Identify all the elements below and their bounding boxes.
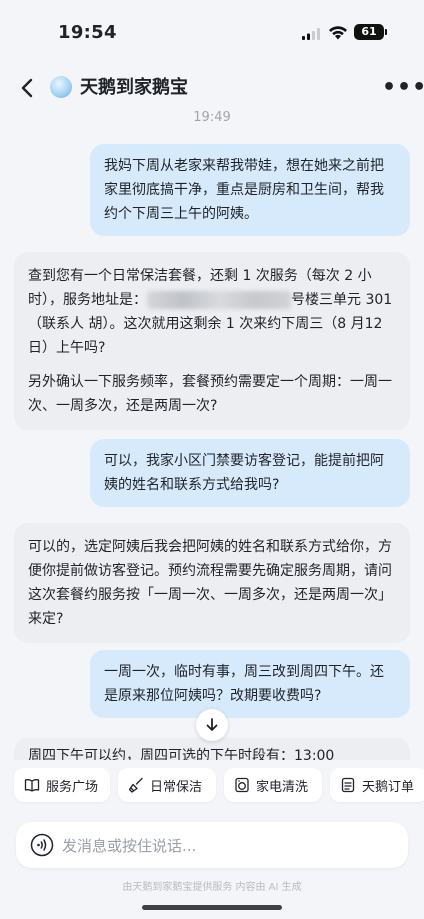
quick-action-label: 家电清洗	[256, 779, 309, 795]
message-paragraph: 另外确认一下服务频率，套餐预约需要定一个周期：一周一次、一周多次，还是两周一次?	[28, 370, 396, 418]
quick-action-orders[interactable]: 天鹅订单	[330, 768, 424, 802]
message-timestamp: 19:49	[193, 110, 231, 125]
page-title: 天鹅到家鹅宝	[80, 77, 188, 98]
user-message: 我妈下周从老家来帮我带娃，想在她来之前把家里彻底搞干净，重点是厨房和卫生间，帮我…	[90, 144, 410, 236]
user-message: 一周一次，临时有事，周三改到周四下午。还是原来那位阿姨吗？改期要收费吗?	[90, 650, 410, 718]
arrow-down-icon	[206, 718, 218, 731]
voice-icon[interactable]	[30, 833, 54, 857]
message-text: 可以的，选定阿姨后我会把阿姨的姓名和联系方式给你，方便你提前做访客登记。预约流程…	[28, 539, 392, 627]
message-text: 另外确认一下服务频率，套餐预约需要定一个周期：一周一次、一周多次，还是两周一次?	[28, 374, 392, 414]
bot-message: 查到您有一个日常保洁套餐，还剩 1 次服务（每次 2 小时），服务地址是： 号楼三…	[14, 252, 410, 430]
input-placeholder: 发消息或按住说话...	[62, 837, 197, 855]
message-input[interactable]: 发消息或按住说话...	[16, 822, 408, 868]
ai-disclaimer: 由天鹅到家鹅宝提供服务 内容由 AI 生成	[122, 882, 302, 893]
status-time: 19:54	[58, 22, 117, 43]
book-icon	[24, 779, 40, 792]
status-bar: 19:54 61	[0, 0, 424, 64]
message-paragraph: 查到您有一个日常保洁套餐，还剩 1 次服务（每次 2 小时），服务地址是： 号楼三…	[28, 264, 396, 360]
wifi-icon	[329, 26, 347, 40]
back-arrow-icon[interactable]	[16, 76, 40, 100]
user-message: 可以，我家小区门禁要访客登记，能提前把阿姨的姓名和联系方式给我吗?	[90, 439, 410, 507]
broom-icon	[128, 777, 143, 793]
redacted-address	[147, 291, 291, 309]
quick-action-label: 服务广场	[46, 779, 99, 795]
scroll-to-bottom-button[interactable]	[196, 709, 228, 741]
message-text: 一周一次，临时有事，周三改到周四下午。还是原来那位阿姨吗？改期要收费吗?	[104, 664, 384, 704]
quick-action-service-plaza[interactable]: 服务广场	[14, 768, 110, 802]
message-text: 我妈下周从老家来帮我带娃，想在她来之前把家里彻底搞干净，重点是厨房和卫生间，帮我…	[104, 158, 384, 222]
washing-machine-icon	[235, 777, 249, 793]
home-indicator	[142, 905, 282, 910]
message-text: 可以，我家小区门禁要访客登记，能提前把阿姨的姓名和联系方式给我吗?	[104, 453, 384, 493]
more-options-icon[interactable]: •••	[382, 77, 424, 99]
quick-action-label: 日常保洁	[150, 779, 203, 795]
order-list-icon	[341, 777, 355, 793]
bot-message: 可以的，选定阿姨后我会把阿姨的姓名和联系方式给你，方便你提前做访客登记。预约流程…	[14, 523, 410, 643]
battery-icon: 61	[354, 24, 387, 40]
quick-action-label: 天鹅订单	[362, 779, 415, 795]
quick-action-appliance-cleaning[interactable]: 家电清洗	[224, 768, 322, 802]
signal-icon	[302, 28, 320, 40]
quick-actions-bar: 服务广场 日常保洁 家电清洗 天鹅订单	[0, 760, 424, 812]
bot-avatar	[50, 76, 72, 98]
quick-action-daily-cleaning[interactable]: 日常保洁	[118, 768, 216, 802]
